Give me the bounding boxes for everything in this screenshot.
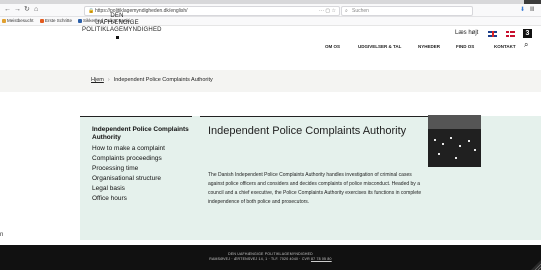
- footer-contact-line: RAMSØVEJ · ÆRTENSVEJ 14, 1 · TLF. 7020 4…: [0, 257, 541, 262]
- site-logo[interactable]: DEN UAFHÆNGIGE POLITIKLAGEMYNDIGHED: [82, 13, 161, 39]
- photo-light: [438, 153, 440, 155]
- footer-address: RAMSØVEJ · ÆRTENSVEJ 14, 1 · TLF. 7020 4…: [209, 257, 311, 261]
- breadcrumb: Hjem › Independent Police Complaints Autho…: [91, 76, 213, 84]
- logo-line: POLITIKLAGEMYNDIGHED: [82, 27, 162, 33]
- firefox-icon: [40, 18, 44, 23]
- sidenav-item-organisation[interactable]: Organisational structure: [92, 174, 192, 184]
- breadcrumb-separator: ›: [107, 77, 110, 83]
- search-bar[interactable]: ⌕ Suchen: [341, 6, 473, 16]
- reload-icon[interactable]: ↻: [24, 4, 30, 16]
- read-aloud-link[interactable]: Læs højt: [455, 30, 478, 36]
- intro-paragraph: The Danish Independent Police Complaints…: [208, 172, 422, 205]
- breadcrumb-band: Hjem › Independent Police Complaints Autho…: [0, 70, 541, 92]
- back-arrow-icon[interactable]: ←: [4, 4, 11, 16]
- photo-light: [434, 139, 436, 141]
- uk-flag-icon[interactable]: [488, 31, 497, 37]
- nav-find-os[interactable]: FIND OS: [456, 44, 474, 49]
- photo-building: [428, 129, 481, 167]
- logo-line: DEN: [110, 13, 124, 19]
- breadcrumb-current: Independent Police Complaints Authority: [113, 77, 213, 83]
- photo-light: [459, 145, 461, 147]
- logo-mark-icon: [115, 36, 119, 39]
- sidenav-item-processing-time[interactable]: Processing time: [92, 164, 192, 174]
- nav-om-os[interactable]: OM OS: [325, 44, 340, 49]
- sidenav-item-office-hours[interactable]: Office hours: [92, 194, 192, 204]
- nav-udgivelser[interactable]: UDGIVELSER & TAL: [358, 44, 401, 49]
- badge-3-icon[interactable]: 3: [523, 29, 532, 38]
- bookmark-label: Meistbesucht: [7, 18, 34, 23]
- edge-text: n: [0, 232, 4, 238]
- page-actions[interactable]: ··· ▢ ☆: [319, 7, 336, 15]
- nav-nyheder[interactable]: NYHEDER: [418, 44, 440, 49]
- building-photo: [428, 115, 481, 167]
- forward-arrow-icon[interactable]: →: [14, 4, 21, 16]
- divider: [80, 116, 192, 117]
- photo-light: [455, 157, 457, 159]
- site-footer: DEN UAFHÆNGIGE POLITIKLAGEMYNDIGHED RAMS…: [0, 245, 541, 270]
- library-icon[interactable]: Ⅲ: [530, 4, 534, 16]
- search-icon: ⌕: [345, 8, 348, 14]
- site-search-icon[interactable]: ⌕: [524, 40, 528, 49]
- photo-light: [450, 137, 452, 139]
- home-icon[interactable]: ⌂: [34, 4, 38, 16]
- page-title: Independent Police Complaints Authority: [208, 125, 407, 137]
- breadcrumb-home[interactable]: Hjem: [91, 77, 104, 83]
- photo-light: [442, 143, 444, 145]
- gear-icon: [2, 18, 6, 23]
- divider: [200, 116, 430, 117]
- sidenav-item-active[interactable]: Independent Police Complaints Authority: [92, 126, 192, 142]
- photo-light: [474, 149, 476, 151]
- logo-line: UAFHÆNGIGE: [95, 20, 139, 26]
- download-icon[interactable]: ⬇: [520, 4, 525, 16]
- bookmark-item[interactable]: Erste Schritte: [40, 17, 72, 25]
- search-placeholder: Suchen: [352, 8, 369, 14]
- sidenav-item-complaint[interactable]: How to make a complaint: [92, 144, 192, 154]
- photo-light: [468, 140, 470, 142]
- danish-flag-icon[interactable]: [506, 31, 515, 37]
- nav-kontakt[interactable]: KONTAKT: [494, 44, 516, 49]
- bookmark-item[interactable]: Meistbesucht: [2, 17, 34, 25]
- sidenav-item-legal-basis[interactable]: Legal basis: [92, 184, 192, 194]
- footer-cvr-link[interactable]: 87 78 05 80: [311, 257, 332, 261]
- resize-grip-icon[interactable]: [531, 260, 541, 270]
- sidenav-item-proceedings[interactable]: Complaints proceedings: [92, 154, 192, 164]
- side-navigation: Independent Police Complaints Authority …: [92, 126, 192, 204]
- bookmark-label: Erste Schritte: [45, 18, 73, 23]
